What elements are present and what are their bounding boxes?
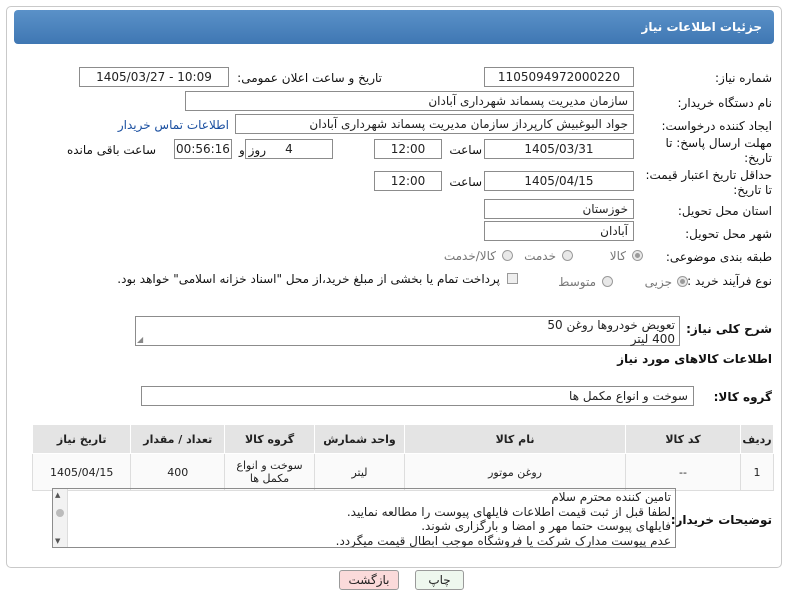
city-field: آبادان: [484, 221, 634, 241]
buyer-notes-line-4: عدم پیوست مدارک شرکت یا فروشگاه موجب ابط…: [335, 533, 671, 548]
resize-handle-icon[interactable]: ◢: [137, 336, 143, 344]
creator-label: ایجاد کننده درخواست:: [661, 119, 772, 133]
scroll-down-icon[interactable]: ▼: [55, 537, 60, 545]
buyer-org-label: نام دستگاه خریدار:: [677, 96, 773, 110]
cell-code: --: [624, 453, 742, 491]
reply-time-label: ساعت: [449, 143, 482, 157]
price-time-field: 12:00: [374, 171, 442, 191]
reply-deadline-label: مهلت ارسال پاسخ: تا: [665, 136, 772, 150]
cell-row: 1: [740, 453, 774, 491]
col-group: گروه کالا: [224, 424, 315, 454]
cell-date: 1405/04/15: [31, 453, 132, 491]
process-label: نوع فرآیند خرید :: [687, 274, 772, 288]
reply-date-field: 1405/03/31: [484, 139, 634, 159]
scroll-up-icon[interactable]: ▲: [55, 491, 60, 499]
description-textarea[interactable]: تعویض خودروها روغن 50 400 لیتر ◢: [135, 316, 680, 346]
cell-unit: لیتر: [313, 453, 406, 491]
cell-group-line-2: مکمل ها: [249, 472, 290, 485]
buyer-notes-line-3: فایلهای پیوست حتما مهر و امضا و بارگزاری…: [421, 519, 671, 533]
process-option-medium: متوسط: [558, 275, 596, 289]
reply-deadline-label-date: تاریخ:: [744, 151, 772, 165]
process-radio-medium[interactable]: [602, 276, 613, 287]
items-table: ردیف کد کالا نام کالا واحد شمارش گروه کا…: [31, 424, 774, 491]
page-title: جزئیات اطلاعات نیاز: [641, 20, 762, 34]
page-header: جزئیات اطلاعات نیاز: [14, 10, 774, 44]
buyer-contact-link[interactable]: اطلاعات تماس خریدار: [118, 118, 229, 132]
description-label: شرح کلی نیاز:: [686, 322, 772, 336]
buyer-notes-textarea[interactable]: تامین کننده محترم سلام لطفا قبل از ثبت ق…: [52, 488, 676, 548]
treasury-payment-checkbox[interactable]: [507, 273, 518, 284]
print-button[interactable]: چاپ: [415, 570, 464, 590]
goods-info-title: اطلاعات کالاهای مورد نیاز: [617, 352, 772, 366]
col-qty: تعداد / مقدار: [130, 424, 226, 454]
cell-group-line-1: سوخت و انواع: [236, 459, 303, 472]
notes-scrollbar[interactable]: ▲ ▼: [53, 489, 68, 547]
category-radio-service[interactable]: [562, 250, 573, 261]
goods-group-field: سوخت و انواع مکمل ها: [141, 386, 694, 406]
cell-name: روغن موتور: [404, 453, 626, 491]
category-radio-goods[interactable]: [632, 250, 643, 261]
reply-time-field: 12:00: [374, 139, 442, 159]
buyer-notes-line-1: تامین کننده محترم سلام: [551, 490, 671, 504]
price-date-field: 1405/04/15: [484, 171, 634, 191]
category-radio-goods-service[interactable]: [502, 250, 513, 261]
buyer-org-field: سازمان مدیریت پسماند شهرداری آبادان: [185, 91, 634, 111]
remaining-time-label: ساعت باقی مانده: [66, 143, 156, 157]
remaining-time-field: 00:56:16: [174, 139, 232, 159]
category-option-goods: کالا: [609, 249, 626, 263]
price-time-label: ساعت: [449, 175, 482, 189]
days-label: روز و: [239, 143, 266, 157]
col-unit: واحد شمارش: [313, 424, 406, 454]
table-row: 1 -- روغن موتور لیتر سوخت و انواع مکمل ه…: [31, 453, 774, 491]
category-option-goods-service: کالا/خدمت: [443, 249, 496, 263]
price-validity-label-date: تا تاریخ:: [733, 183, 772, 197]
city-label: شهر محل تحویل:: [685, 227, 772, 241]
col-code: کد کالا: [624, 424, 742, 454]
buyer-notes-text: تامین کننده محترم سلام لطفا قبل از ثبت ق…: [335, 490, 671, 548]
process-radio-minor[interactable]: [677, 276, 688, 287]
scroll-thumb[interactable]: [56, 509, 64, 517]
col-row: ردیف: [740, 424, 774, 454]
back-button[interactable]: بازگشت: [339, 570, 399, 590]
items-table-header: ردیف کد کالا نام کالا واحد شمارش گروه کا…: [31, 424, 774, 454]
col-date: تاریخ نیاز: [31, 424, 132, 454]
col-name: نام کالا: [404, 424, 626, 454]
province-label: استان محل تحویل:: [677, 204, 772, 218]
process-option-minor: جزیی: [644, 275, 672, 289]
need-number-field: 1105094972000220: [484, 67, 634, 87]
price-validity-label: حداقل تاریخ اعتبار قیمت:: [645, 168, 772, 182]
description-line-1: تعویض خودروها روغن 50: [547, 318, 675, 332]
treasury-payment-note: پرداخت تمام یا بخشی از مبلغ خرید،از محل …: [117, 272, 500, 286]
creator-field: جواد البوغبیش کارپرداز سازمان مدیریت پسم…: [235, 114, 634, 134]
description-line-2: 400 لیتر: [630, 332, 675, 346]
cell-qty: 400: [130, 453, 226, 491]
goods-group-label: گروه کالا:: [713, 390, 772, 404]
category-label: طبقه بندی موضوعی:: [665, 250, 772, 264]
buyer-notes-label: توضیحات خریدار:: [670, 513, 772, 527]
cell-group: سوخت و انواع مکمل ها: [224, 453, 315, 491]
buyer-notes-line-2: لطفا قبل از ثبت قیمت اطلاعات فایلهای پیو…: [346, 504, 671, 519]
announce-datetime-field: 1405/03/27 - 10:09: [79, 67, 229, 87]
need-number-label: شماره نیاز:: [715, 71, 772, 85]
province-field: خوزستان: [484, 199, 634, 219]
category-option-service: خدمت: [524, 249, 556, 263]
announce-datetime-label: تاریخ و ساعت اعلان عمومی:: [237, 71, 382, 85]
